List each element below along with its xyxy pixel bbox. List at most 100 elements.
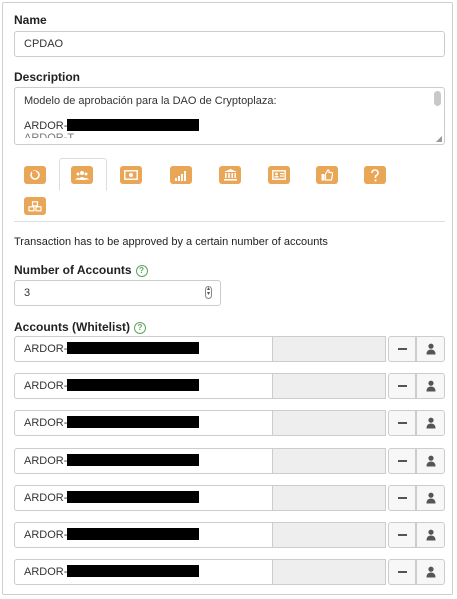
user-icon — [426, 343, 435, 355]
tab-users[interactable] — [71, 166, 93, 184]
account-prefix: ARDOR- — [24, 529, 68, 541]
account-name-field — [272, 559, 386, 585]
account-row: ARDOR- — [14, 448, 445, 474]
num-accounts-value: 3 — [24, 287, 31, 299]
thumbs-up-icon — [321, 169, 333, 181]
minus-icon — [397, 422, 407, 424]
account-input[interactable]: ARDOR- — [14, 485, 273, 511]
account-row: ARDOR- — [14, 522, 445, 548]
tab-coin[interactable] — [24, 166, 46, 184]
account-name-field — [272, 410, 386, 436]
help-icon[interactable]: ? — [135, 265, 148, 277]
description-line-1: Modelo de aprobación para la DAO de Cryp… — [24, 95, 277, 107]
account-name-field — [272, 336, 386, 362]
approval-description: Transaction has to be approved by a cert… — [14, 236, 328, 248]
account-row: ARDOR- — [14, 485, 445, 511]
minus-icon — [397, 385, 407, 387]
minus-icon — [397, 571, 407, 573]
tab-cubes[interactable] — [24, 197, 46, 215]
remove-account-button[interactable] — [388, 485, 416, 511]
select-contact-button[interactable] — [416, 336, 445, 362]
help-icon[interactable]: ? — [134, 322, 146, 334]
users-icon — [75, 170, 89, 180]
account-name-field — [272, 522, 386, 548]
remove-account-button[interactable] — [388, 336, 416, 362]
num-accounts-label: Number of Accounts? — [14, 263, 148, 277]
minus-icon — [397, 534, 407, 536]
remove-account-button[interactable] — [388, 522, 416, 548]
tab-money[interactable] — [120, 166, 142, 184]
redaction-bar — [67, 454, 200, 466]
tab-thumbs-up[interactable] — [316, 166, 338, 184]
signal-bars-icon — [174, 170, 186, 181]
account-row: ARDOR- — [14, 336, 445, 362]
account-prefix: ARDOR- — [24, 455, 68, 467]
resize-handle-icon[interactable]: ◢ — [436, 134, 442, 143]
account-name-field — [272, 373, 386, 399]
account-input[interactable]: ARDOR- — [14, 410, 273, 436]
account-prefix: ARDOR- — [24, 566, 68, 578]
description-label: Description — [14, 70, 81, 84]
question-icon — [371, 168, 379, 181]
tab-signal[interactable] — [170, 166, 192, 184]
select-contact-button[interactable] — [416, 485, 445, 511]
cubes-icon — [28, 200, 42, 211]
select-contact-button[interactable] — [416, 373, 445, 399]
account-prefix: ARDOR- — [24, 492, 68, 504]
name-input[interactable]: CPDAO — [14, 31, 445, 57]
minus-icon — [397, 348, 407, 350]
money-bill-icon — [124, 170, 138, 180]
remove-account-button[interactable] — [388, 448, 416, 474]
description-textarea[interactable]: Modelo de aprobación para la DAO de Cryp… — [14, 87, 445, 145]
account-row: ARDOR- — [14, 559, 445, 585]
user-icon — [426, 492, 435, 504]
description-line-2: ARDOR- — [24, 119, 435, 132]
remove-account-button[interactable] — [388, 410, 416, 436]
id-card-icon — [272, 170, 286, 180]
select-contact-button[interactable] — [416, 448, 445, 474]
account-input[interactable]: ARDOR- — [14, 373, 273, 399]
account-prefix: ARDOR- — [24, 417, 68, 429]
tab-question[interactable] — [364, 166, 386, 184]
number-stepper-icon[interactable]: ▴ ▾ — [205, 286, 212, 299]
description-line-3: ARDOR-T... — [24, 132, 83, 138]
account-name-field — [272, 485, 386, 511]
num-accounts-input[interactable]: 3 ▴ ▾ — [14, 280, 221, 306]
account-row: ARDOR- — [14, 410, 445, 436]
redaction-bar — [67, 528, 200, 540]
user-icon — [426, 417, 435, 429]
redaction-bar — [67, 491, 200, 503]
name-label: Name — [14, 13, 47, 27]
redaction-bar — [67, 119, 200, 131]
tab-bar-divider — [14, 221, 445, 222]
user-icon — [426, 455, 435, 467]
account-input[interactable]: ARDOR- — [14, 448, 273, 474]
account-input[interactable]: ARDOR- — [14, 336, 273, 362]
tab-bank[interactable] — [219, 166, 241, 184]
user-icon — [426, 566, 435, 578]
select-contact-button[interactable] — [416, 410, 445, 436]
accounts-whitelist-label: Accounts (Whitelist)? — [14, 320, 146, 334]
remove-account-button[interactable] — [388, 559, 416, 585]
account-prefix: ARDOR- — [24, 380, 68, 392]
minus-icon — [397, 497, 407, 499]
coin-icon — [30, 170, 40, 180]
user-icon — [426, 529, 435, 541]
redaction-bar — [67, 342, 200, 354]
account-input[interactable]: ARDOR- — [14, 522, 273, 548]
account-input[interactable]: ARDOR- — [14, 559, 273, 585]
bank-icon — [223, 169, 237, 181]
minus-icon — [397, 460, 407, 462]
select-contact-button[interactable] — [416, 559, 445, 585]
tab-id-card[interactable] — [268, 166, 290, 184]
redaction-bar — [67, 565, 200, 577]
account-name-field — [272, 448, 386, 474]
remove-account-button[interactable] — [388, 373, 416, 399]
textarea-scrollbar[interactable] — [434, 91, 441, 106]
account-prefix: ARDOR- — [24, 343, 68, 355]
redaction-bar — [67, 416, 200, 428]
select-contact-button[interactable] — [416, 522, 445, 548]
user-icon — [426, 380, 435, 392]
redaction-bar — [67, 379, 200, 391]
account-row: ARDOR- — [14, 373, 445, 399]
